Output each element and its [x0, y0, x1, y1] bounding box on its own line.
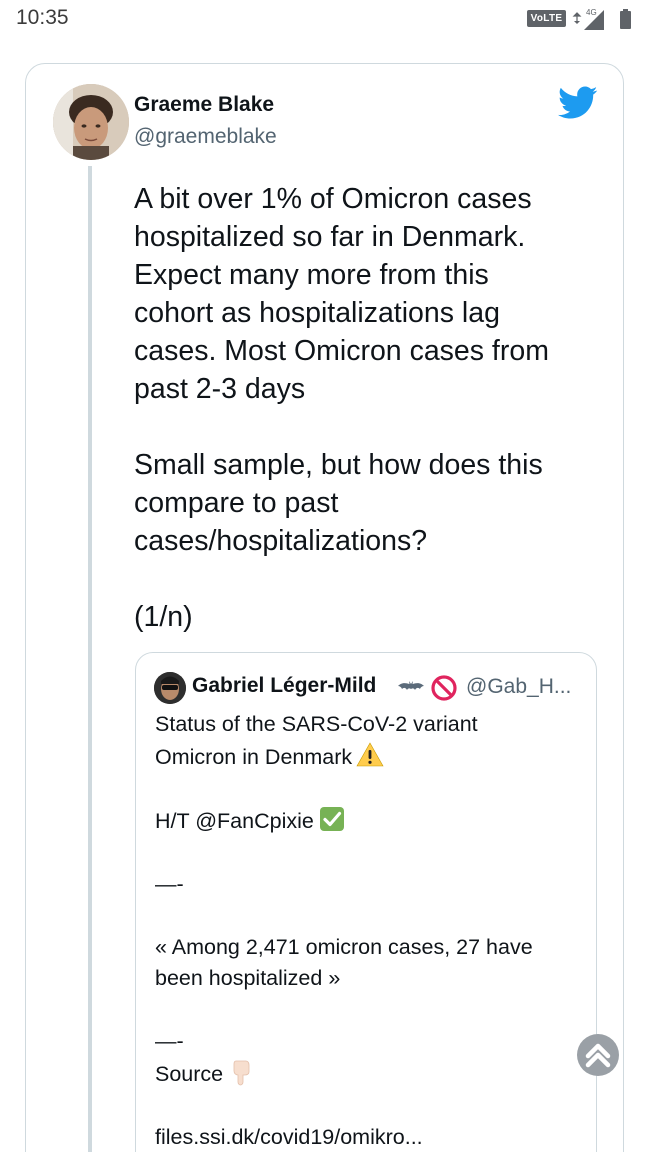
- quoted-tweet-text: Status of the SARS-CoV-2 variant Omicron…: [155, 709, 585, 1152]
- quoted-line-text: H/T @FanCpixie: [155, 808, 314, 833]
- quoted-line: been hospitalized »: [155, 966, 341, 990]
- tweet-line: A bit over 1% of Omicron cases: [134, 183, 532, 215]
- scroll-top-icon: [585, 1043, 611, 1068]
- tweet-text: A bit over 1% of Omicron cases hospitaliz…: [134, 180, 614, 636]
- network-type-label: 4G: [586, 8, 597, 17]
- quoted-author-avatar[interactable]: [154, 672, 186, 704]
- thread-line: [88, 166, 92, 1152]
- quoted-author-name[interactable]: Gabriel Léger-Mild: [192, 674, 376, 698]
- battery-icon: [620, 9, 631, 29]
- status-time: 10:35: [16, 6, 69, 29]
- author-avatar[interactable]: [53, 84, 129, 160]
- tweet-line: Small sample, but how does this: [134, 449, 543, 481]
- quoted-line: Status of the SARS-CoV-2 variant: [155, 712, 478, 736]
- quoted-line: Source: [155, 1058, 585, 1091]
- no-entry-icon: [431, 675, 457, 701]
- author-name[interactable]: Graeme Blake: [134, 93, 274, 117]
- tweet-line: (1/n): [134, 601, 193, 633]
- tweet-line: cases. Most Omicron cases from: [134, 335, 549, 367]
- volte-badge: VoLTE: [527, 10, 566, 27]
- scroll-top-button[interactable]: [577, 1034, 619, 1076]
- warning-icon: [356, 741, 384, 766]
- backhand-index-down-icon: [233, 1060, 250, 1085]
- quoted-avatar-image: [154, 672, 186, 704]
- quoted-link[interactable]: files.ssi.dk/covid19/omikro...: [155, 1122, 585, 1152]
- quoted-line: —-: [155, 871, 184, 896]
- twitter-bird-icon[interactable]: [558, 86, 598, 120]
- quoted-author-handle[interactable]: @Gab_H...: [466, 675, 571, 699]
- quoted-line: « Among 2,471 omicron cases, 27 have: [155, 934, 533, 959]
- check-mark-icon: [319, 806, 344, 831]
- author-handle[interactable]: @graemeblake: [134, 125, 277, 149]
- tweet-line: past 2-3 days: [134, 373, 306, 405]
- quoted-line: Omicron in Denmark: [155, 741, 585, 774]
- quoted-line-text: Source: [155, 1061, 224, 1086]
- quoted-line: —-: [155, 1029, 184, 1053]
- quoted-line-text: Omicron in Denmark: [155, 744, 353, 769]
- tweet-line: cohort as hospitalizations lag: [134, 297, 500, 329]
- bat-icon: [398, 681, 424, 690]
- tweet-line: cases/hospitalizations?: [134, 525, 428, 557]
- tweet-line: compare to past: [134, 487, 339, 519]
- tweet-line: hospitalized so far in Denmark.: [134, 221, 526, 253]
- status-bar: 10:35 VoLTE 4G: [0, 0, 648, 38]
- tweet-line: Expect many more from this: [134, 259, 489, 291]
- quoted-line: H/T @FanCpixie: [155, 805, 585, 838]
- avatar-image: [53, 84, 129, 160]
- signal-icon: 4G: [572, 8, 604, 30]
